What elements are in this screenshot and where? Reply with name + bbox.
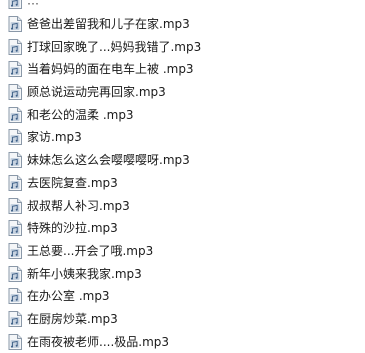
file-list-item[interactable]: 和老公的温柔 .mp3 <box>0 103 365 126</box>
audio-file-icon <box>8 288 22 305</box>
audio-file-icon <box>8 38 22 55</box>
file-name: 爸爸出差留我和儿子在家.mp3 <box>27 17 190 32</box>
file-name: 当着妈妈的面在电车上被 .mp3 <box>27 62 194 77</box>
file-list-item[interactable]: 妹妹怎么这么会嘤嘤嘤呀.mp3 <box>0 149 365 172</box>
file-name: 在雨夜被老师....极品.mp3 <box>27 334 170 349</box>
audio-file-icon <box>8 152 22 169</box>
file-name: 新年小姨来我家.mp3 <box>27 266 142 281</box>
file-name: 王总要...开会了哦.mp3 <box>27 244 154 259</box>
file-list-item[interactable]: 当着妈妈的面在电车上被 .mp3 <box>0 58 365 81</box>
audio-file-icon <box>8 61 22 78</box>
file-list-item[interactable]: 在厨房炒菜.mp3 <box>0 308 365 331</box>
file-name: 在厨房炒菜.mp3 <box>27 312 118 327</box>
file-list-item[interactable]: 打球回家晚了...妈妈我错了.mp3 <box>0 35 365 58</box>
audio-file-icon <box>8 106 22 123</box>
file-name: 在办公室 .mp3 <box>27 289 110 304</box>
file-name: … <box>27 0 39 9</box>
file-list-item[interactable]: … <box>0 0 365 13</box>
audio-file-icon <box>8 16 22 33</box>
file-list-item[interactable]: 在雨夜被老师....极品.mp3 <box>0 330 365 353</box>
file-list-item[interactable]: 特殊的沙拉.mp3 <box>0 217 365 240</box>
audio-file-icon <box>8 129 22 146</box>
file-name: 叔叔帮人补习.mp3 <box>27 198 130 213</box>
audio-file-icon <box>8 0 22 10</box>
file-list-item[interactable]: 叔叔帮人补习.mp3 <box>0 194 365 217</box>
file-list-item[interactable]: 新年小姨来我家.mp3 <box>0 262 365 285</box>
file-name: 顾总说运动完再回家.mp3 <box>27 85 166 100</box>
file-list-item[interactable]: 顾总说运动完再回家.mp3 <box>0 81 365 104</box>
file-name: 去医院复查.mp3 <box>27 176 118 191</box>
file-name: 妹妹怎么这么会嘤嘤嘤呀.mp3 <box>27 153 190 168</box>
file-name: 特殊的沙拉.mp3 <box>27 221 118 236</box>
audio-file-icon <box>8 333 22 350</box>
audio-file-icon <box>8 242 22 259</box>
file-list-item[interactable]: 家访.mp3 <box>0 126 365 149</box>
file-list-item[interactable]: 王总要...开会了哦.mp3 <box>0 240 365 263</box>
file-name: 打球回家晚了...妈妈我错了.mp3 <box>27 39 202 54</box>
file-list: … 爸爸出差留我和儿子在家.mp3 打球回家晚了...妈妈我错了.mp3 当着妈妈的面… <box>0 0 365 353</box>
audio-file-icon <box>8 220 22 237</box>
audio-file-icon <box>8 197 22 214</box>
audio-file-icon <box>8 310 22 327</box>
file-list-item[interactable]: 在办公室 .mp3 <box>0 285 365 308</box>
audio-file-icon <box>8 84 22 101</box>
audio-file-icon <box>8 174 22 191</box>
file-list-item[interactable]: 爸爸出差留我和儿子在家.mp3 <box>0 13 365 36</box>
audio-file-icon <box>8 265 22 282</box>
file-list-item[interactable]: 去医院复查.mp3 <box>0 172 365 195</box>
file-name: 和老公的温柔 .mp3 <box>27 107 134 122</box>
file-name: 家访.mp3 <box>27 130 82 145</box>
